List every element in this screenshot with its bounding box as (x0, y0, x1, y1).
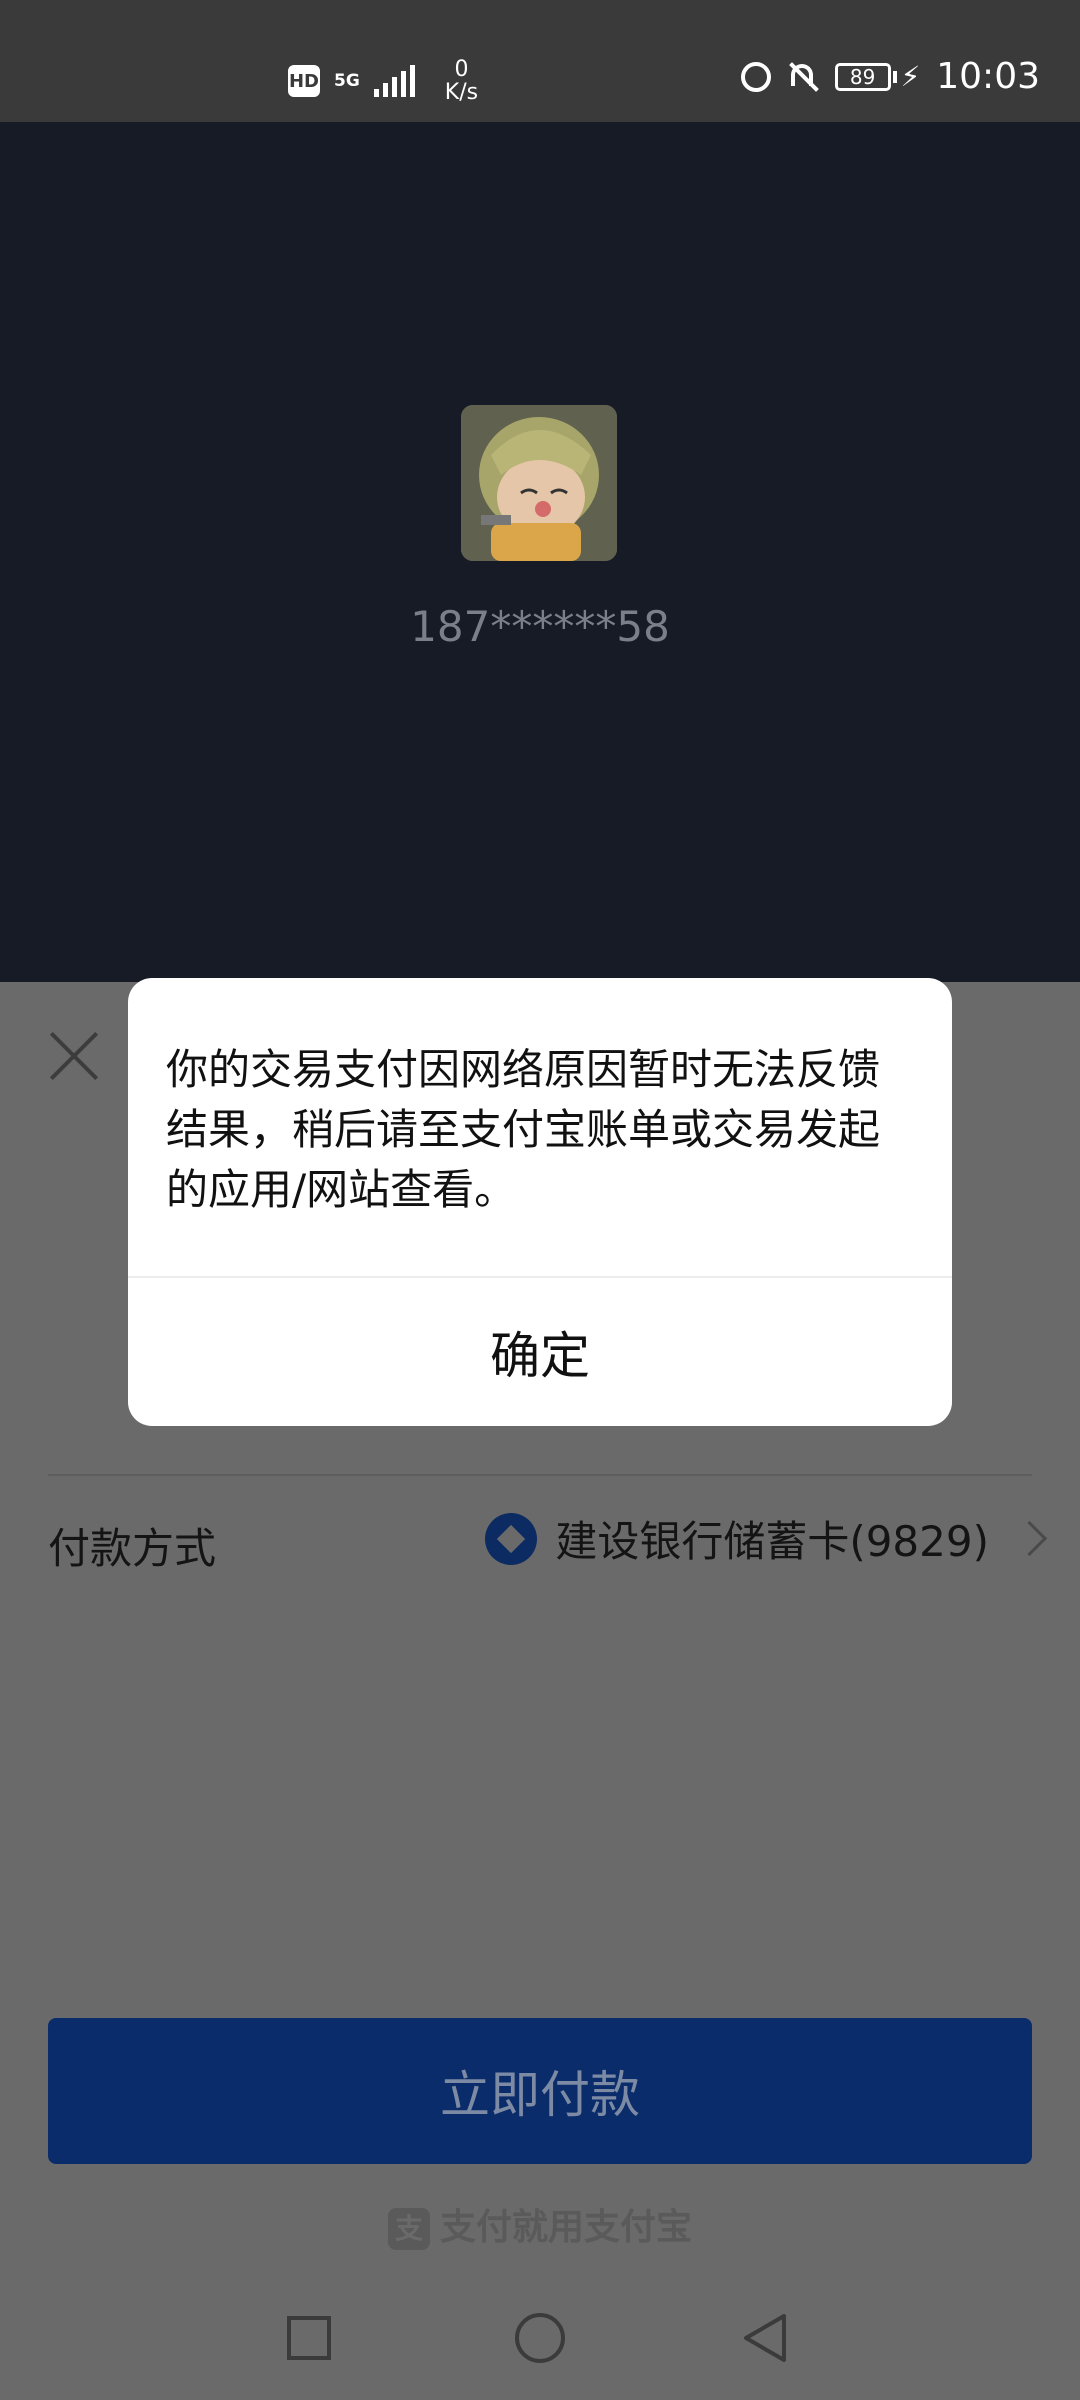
confirm-button[interactable]: 确定 (128, 1278, 952, 1426)
clock: 10:03 (936, 56, 1040, 97)
avatar (461, 405, 617, 561)
masked-phone-number: 187******58 (410, 602, 670, 651)
chevron-right-icon (1011, 1520, 1048, 1557)
network-error-dialog: 你的交易支付因网络原因暂时无法反馈结果，稍后请至支付宝账单或交易发起的应用/网站… (128, 978, 952, 1426)
pay-now-button[interactable]: 立即付款 (48, 2018, 1032, 2164)
status-bar: HD 5G 0 K/s 89 ⚡ 10:03 (0, 0, 1080, 122)
recent-apps-icon[interactable] (287, 2316, 331, 2360)
charging-icon: ⚡ (900, 60, 921, 93)
mute-bell-icon (787, 61, 819, 93)
ccb-bank-logo-icon (485, 1512, 538, 1565)
brand-slogan: 支付就用支付宝 (439, 2207, 692, 2248)
battery-icon: 89 ⚡ (834, 60, 921, 93)
battery-level: 89 (834, 62, 891, 91)
network-speed-value: 0 (454, 57, 469, 82)
payment-method-selector[interactable]: 建设银行储蓄卡(9829) (485, 1508, 1048, 1569)
status-right-group: 89 ⚡ 10:03 (740, 56, 1040, 97)
network-speed: 0 K/s (445, 58, 478, 104)
dialog-message: 你的交易支付因网络原因暂时无法反馈结果，稍后请至支付宝账单或交易发起的应用/网站… (166, 1045, 881, 1214)
brand-footer: 支支付就用支付宝 (0, 2198, 1080, 2250)
payment-method-label: 付款方式 (48, 1524, 217, 1573)
divider (48, 1474, 1032, 1476)
close-icon[interactable] (48, 1030, 100, 1082)
back-icon[interactable] (740, 2312, 790, 2364)
system-nav-bar (0, 2276, 1080, 2400)
network-type-label: 5G (334, 70, 360, 91)
status-left-group: HD 5G 0 K/s (288, 58, 478, 104)
alipay-logo-icon: 支 (387, 2208, 430, 2250)
network-speed-unit: K/s (444, 80, 479, 106)
home-icon[interactable] (515, 2313, 565, 2363)
signal-strength-icon (373, 65, 415, 98)
alarm-icon (740, 61, 771, 92)
hd-voice-icon: HD (288, 65, 320, 98)
payment-method-value: 建设银行储蓄卡(9829) (555, 1517, 989, 1566)
